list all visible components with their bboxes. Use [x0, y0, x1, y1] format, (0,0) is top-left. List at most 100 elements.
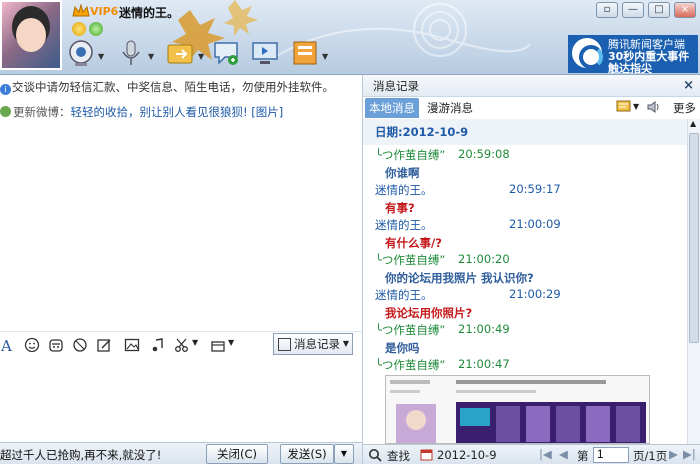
search-icon[interactable] [368, 448, 382, 462]
scroll-up-icon[interactable]: ▲ [690, 119, 696, 128]
message-body: 是你吗 [385, 341, 420, 355]
chat-window-header: VIP6 迷情的王。 ▼ ▼ ▼ ▼ ▫ — □ × 腾讯新闻客户端 30秒内重… [0, 0, 700, 75]
shake-window-icon[interactable] [72, 337, 88, 353]
minimize-icon[interactable]: ▫ [596, 2, 618, 18]
gift-box-icon[interactable] [210, 337, 226, 353]
avatar[interactable] [0, 0, 62, 70]
image-icon[interactable] [124, 337, 140, 353]
last-page-icon[interactable]: ▶| [683, 447, 696, 461]
crown-icon [72, 4, 90, 17]
ad-line-3: 触达指尖 [608, 62, 652, 75]
chat-footer: 超过千人已抢购,再不来,就没了! 关闭(C) 发送(S) ▼ [0, 442, 362, 464]
tencent-news-logo-icon [572, 38, 603, 69]
weibo-update: 更新微博：轻轻的收拾，别让别人看见很狼狈! [图片] [0, 104, 360, 120]
message-time: 21:00:09 [509, 217, 561, 231]
microphone-icon[interactable] [116, 38, 146, 68]
message-time: 20:59:08 [458, 147, 510, 161]
message-body: 有事? [385, 201, 415, 215]
chevron-down-icon[interactable]: ▼ [198, 52, 204, 61]
promo-ad-link[interactable]: 超过千人已抢购,再不来,就没了! [0, 447, 161, 463]
chevron-down-icon[interactable]: ▼ [633, 102, 639, 111]
safety-notice-text: 交谈中请勿轻信汇款、中奖信息、陌生电话，勿使用外挂软件。 [12, 80, 334, 94]
close-button[interactable]: × [674, 2, 696, 18]
page-prefix: 第 [577, 449, 589, 463]
app-box-icon[interactable] [290, 38, 320, 68]
tab-local-messages[interactable]: 本地消息 [365, 98, 419, 118]
chevron-down-icon[interactable]: ▼ [192, 338, 198, 347]
news-ad-banner[interactable]: 腾讯新闻客户端 30秒内重大事件 触达指尖 [568, 35, 698, 75]
history-tabs: 本地消息 漫游消息 ▼ 更多 [363, 98, 700, 118]
history-title: 消息记录 [373, 79, 419, 93]
chevron-down-icon[interactable]: ▼ [343, 334, 349, 354]
message-record-button[interactable]: 消息记录 ▼ [273, 333, 353, 355]
tab-roaming-messages[interactable]: 漫游消息 [423, 98, 477, 118]
history-date-row: 日期:2012-10-9 [363, 119, 687, 145]
message-sender: ╰つ作茧自缚” [375, 253, 446, 267]
message-manager-icon[interactable] [616, 100, 632, 114]
message-time: 20:59:17 [509, 182, 561, 196]
prev-page-icon[interactable]: ◀ [559, 447, 568, 461]
minimize-button[interactable]: — [622, 2, 644, 18]
info-icon: i [0, 84, 11, 95]
chevron-down-icon[interactable]: ▼ [322, 52, 328, 61]
message-body: 你谁啊 [385, 166, 420, 180]
weibo-text-link[interactable]: 轻轻的收拾，别让别人看见很狼狈! [71, 105, 248, 119]
maximize-button[interactable]: □ [648, 2, 670, 18]
message-sender: 迷情的王。 [375, 288, 433, 302]
history-title-bar: 消息记录 × [363, 75, 700, 97]
qzone-icon [89, 22, 103, 36]
chevron-down-icon[interactable]: ▼ [98, 52, 104, 61]
date-value: 2012-10-9 [402, 125, 469, 139]
message-input[interactable] [0, 357, 362, 442]
scroll-thumb[interactable] [689, 133, 699, 343]
message-body: 你的论坛用我照片 我认识你? [385, 271, 534, 285]
screenshot-scissors-icon[interactable] [174, 337, 190, 353]
emoji-icon[interactable] [24, 337, 40, 353]
date-label: 日期: [375, 125, 403, 139]
page-suffix: 页/1页 [633, 449, 668, 463]
font-icon[interactable]: A [0, 337, 16, 353]
send-button[interactable]: 发送(S) [280, 444, 334, 464]
message-time: 21:00:20 [458, 252, 510, 266]
status-icons [72, 22, 103, 36]
image-thumbnail[interactable] [385, 375, 650, 444]
weibo-label: 更新微博： [13, 105, 71, 119]
first-page-icon[interactable]: |◀ [539, 447, 552, 461]
forum-screenshot-image [386, 376, 649, 443]
history-tools: ▼ 更多 [616, 100, 696, 118]
message-time: 21:00:29 [509, 287, 561, 301]
sms-icon[interactable] [212, 38, 242, 68]
music-icon[interactable] [150, 337, 166, 353]
send-options-dropdown[interactable]: ▼ [334, 444, 354, 464]
window-controls: ▫ — □ × [596, 2, 696, 18]
weibo-picture-link[interactable]: [图片] [251, 105, 283, 119]
video-call-icon[interactable] [66, 38, 96, 68]
close-icon[interactable]: × [683, 75, 694, 97]
remote-assist-icon[interactable] [250, 38, 280, 68]
message-time: 21:00:49 [458, 322, 510, 336]
page-number-input[interactable] [593, 447, 629, 463]
next-page-icon[interactable]: ▶ [669, 447, 678, 461]
calendar-icon[interactable] [420, 448, 433, 461]
safety-notice: i 交谈中请勿轻信汇款、中奖信息、陌生电话，勿使用外挂软件。 [0, 79, 360, 95]
scribble-icon[interactable] [96, 337, 112, 353]
send-file-icon[interactable] [166, 38, 196, 68]
svg-text:A: A [0, 337, 12, 353]
qq-star-icon [72, 22, 86, 36]
message-sender: ╰つ作茧自缚” [375, 358, 446, 372]
chevron-down-icon[interactable]: ▼ [228, 338, 234, 347]
chevron-down-icon[interactable]: ▼ [148, 52, 154, 61]
vip-badge: VIP6 [90, 5, 119, 18]
history-scrollbar[interactable]: ▲ [687, 119, 700, 444]
search-button[interactable]: 查找 [387, 448, 410, 464]
more-options[interactable]: 更多 [673, 100, 696, 116]
message-sender: ╰つ作茧自缚” [375, 148, 446, 162]
message-sender: 迷情的王。 [375, 183, 433, 197]
speaker-icon[interactable] [646, 100, 662, 114]
history-footer: 查找 2012-10-9 |◀ ◀ 第 页/1页 ▶ ▶| [363, 444, 700, 464]
message-time: 21:00:47 [458, 357, 510, 371]
magic-emoji-icon[interactable] [48, 337, 64, 353]
date-picker[interactable]: 2012-10-9 [437, 448, 497, 462]
close-chat-button[interactable]: 关闭(C) [206, 444, 268, 464]
message-body: 有什么事/? [385, 236, 442, 250]
